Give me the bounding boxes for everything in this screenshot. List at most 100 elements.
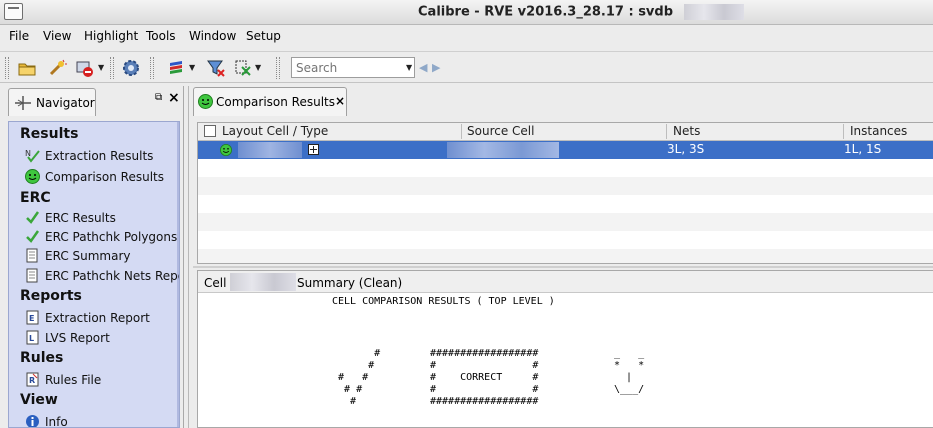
window-title: Calibre - RVE v2016.3_28.17 : svdb: [418, 4, 744, 20]
table-row-empty: [198, 249, 933, 263]
column-nets[interactable]: Nets: [673, 124, 700, 138]
menu-setup[interactable]: Setup: [246, 29, 281, 43]
column-divider[interactable]: [843, 124, 844, 139]
window-menu-button[interactable]: [4, 3, 23, 20]
extraction-check-icon: N: [25, 149, 40, 163]
redacted-name: [683, 4, 744, 20]
clear-highlight-icon: [76, 61, 93, 77]
section-erc: ERC: [20, 190, 51, 206]
folder-icon: [18, 63, 36, 76]
column-divider[interactable]: [666, 124, 667, 139]
toolbar-grip: [5, 57, 9, 79]
instances-value: 1L, 1S: [844, 142, 882, 156]
check-filter-dropdown-icon[interactable]: ▼: [255, 63, 261, 72]
svg-text:R: R: [29, 376, 35, 385]
close-tab-icon[interactable]: ×: [335, 94, 345, 108]
nets-value: 3L, 3S: [667, 142, 705, 156]
smiley-icon: [198, 94, 213, 109]
float-panel-icon[interactable]: ⧉: [155, 92, 162, 103]
search-previous-icon[interactable]: ◀: [419, 61, 427, 74]
report-e-icon: E: [26, 310, 39, 325]
svg-text:E: E: [29, 314, 34, 323]
table-row-empty: [198, 231, 933, 249]
clear-highlight-dropdown-icon[interactable]: ▼: [98, 63, 104, 72]
summary-label-prefix: Cell: [204, 276, 227, 290]
toolbar-separator: [276, 57, 280, 79]
table-row[interactable]: 3L, 3S 1L, 1S: [198, 141, 933, 159]
layers-icon: [170, 61, 182, 74]
summary-heading: CELL COMPARISON RESULTS ( TOP LEVEL ): [332, 296, 555, 307]
title-bar: Calibre - RVE v2016.3_28.17 : svdb: [0, 0, 933, 25]
filter-button[interactable]: [206, 58, 226, 78]
toolbar-separator: [110, 57, 114, 79]
svg-text:L: L: [29, 334, 34, 343]
search-input[interactable]: [291, 57, 415, 78]
menu-view[interactable]: View: [43, 29, 71, 43]
table-row-empty: [198, 159, 933, 177]
table-row-empty: [198, 213, 933, 231]
green-check-icon: [26, 230, 40, 243]
redacted-source-cell: [447, 142, 559, 158]
close-navigator-icon[interactable]: ×: [168, 90, 180, 106]
menu-file[interactable]: File: [9, 29, 29, 43]
redacted-layout-cell: [238, 142, 302, 158]
table-header: Layout Cell / Type Source Cell Nets Inst…: [198, 123, 933, 141]
smiley-icon: [25, 169, 40, 184]
table-row-empty: [198, 177, 933, 195]
correct-box-art: ################## # # # CORRECT # # # #…: [430, 348, 539, 407]
document-icon: [26, 268, 38, 283]
navigator-panel: Navigator ⧉ × Results N Extraction Resul…: [4, 86, 184, 428]
column-layout-cell[interactable]: Layout Cell / Type: [222, 124, 328, 138]
cell-summary-pane: Cell Summary (Clean) CELL COMPARISON RES…: [197, 270, 933, 428]
column-divider[interactable]: [461, 124, 462, 139]
redacted-cell-name: [230, 273, 296, 291]
wand-icon: [49, 59, 67, 76]
settings-button[interactable]: [121, 58, 141, 78]
column-source-cell[interactable]: Source Cell: [467, 124, 534, 138]
menu-window[interactable]: Window: [189, 29, 236, 43]
expand-icon[interactable]: [308, 144, 319, 155]
info-icon: [26, 415, 39, 427]
green-check-icon: [26, 211, 40, 224]
gear-icon: [123, 60, 139, 76]
highlight-wand-button[interactable]: [47, 58, 67, 78]
section-reports: Reports: [20, 288, 82, 304]
menu-highlight[interactable]: Highlight: [84, 29, 138, 43]
column-chooser-icon[interactable]: [204, 125, 216, 137]
menu-tools[interactable]: Tools: [146, 29, 176, 43]
filter-icon: [207, 60, 225, 77]
layers-dropdown-icon[interactable]: ▼: [189, 63, 195, 72]
comparison-table: Layout Cell / Type Source Cell Nets Inst…: [197, 122, 933, 264]
search-dropdown-icon[interactable]: ▼: [406, 63, 412, 72]
summary-header: Cell Summary (Clean): [198, 271, 933, 293]
correct-check-art: # # # # # # #: [338, 348, 381, 407]
net-filter-icon: [235, 60, 251, 76]
summary-text: CELL COMPARISON RESULTS ( TOP LEVEL ) # …: [198, 294, 933, 427]
tab-comparison-results[interactable]: Comparison Results ×: [193, 87, 347, 116]
section-view: View: [20, 392, 58, 408]
toolbar: ▼ ▼ ▼ ▼ ◀ ▶: [0, 51, 933, 83]
clear-highlight-button[interactable]: [75, 58, 95, 78]
navigator-tree: Results N Extraction Results Comparison …: [8, 121, 180, 428]
navigator-icon: [15, 96, 31, 110]
column-instances[interactable]: Instances: [850, 124, 907, 138]
section-results: Results: [20, 126, 79, 142]
check-filter-button[interactable]: [233, 58, 253, 78]
smiley-face-art: _ _ * * | \___/: [614, 348, 645, 395]
section-rules: Rules: [20, 350, 64, 366]
svg-text:N: N: [25, 149, 31, 158]
results-area: Comparison Results × Layout Cell / Type …: [188, 86, 933, 428]
toolbar-separator: [150, 57, 154, 79]
navigator-tab[interactable]: Navigator: [8, 88, 96, 116]
menu-bar: File View Highlight Tools Window Setup: [0, 26, 933, 48]
search-next-icon[interactable]: ▶: [432, 61, 440, 74]
report-l-icon: L: [26, 330, 39, 345]
layers-button[interactable]: [167, 58, 187, 78]
summary-label-suffix: Summary (Clean): [297, 276, 403, 290]
table-row-empty: [198, 195, 933, 213]
open-folder-button[interactable]: [17, 58, 37, 78]
document-icon: [26, 248, 38, 263]
pane-splitter[interactable]: [193, 266, 933, 268]
smiley-icon: [220, 144, 232, 156]
rules-file-icon: R: [26, 372, 39, 387]
